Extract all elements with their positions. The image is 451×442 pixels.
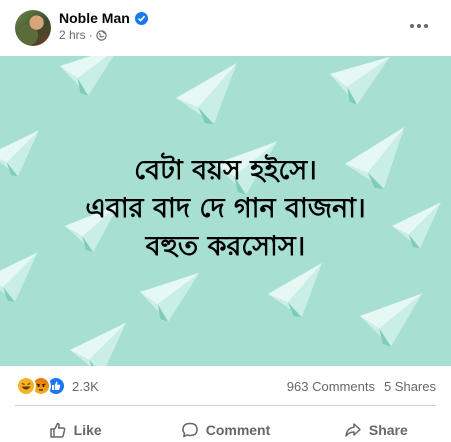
post-card: Noble Man 2 hrs · বেটা বয়স হইসে। এবার ব… [0, 0, 451, 438]
verified-badge-icon [134, 11, 148, 25]
share-button[interactable]: Share [301, 406, 451, 442]
image-text-line: বেটা বয়স হইসে। [134, 155, 317, 186]
reaction-count: 2.3K [72, 378, 99, 394]
action-bar: Like Comment Share [0, 406, 451, 438]
share-icon [345, 423, 361, 437]
more-options-icon[interactable] [405, 14, 433, 38]
share-label: Share [368, 422, 408, 438]
avatar[interactable] [15, 10, 51, 46]
meta-separator: · [88, 28, 93, 42]
engagement-counts: 963 Comments 5 Shares [287, 379, 436, 394]
comment-button[interactable]: Comment [150, 406, 300, 442]
comment-icon [181, 422, 198, 438]
author-row: Noble Man [59, 9, 148, 27]
post-image[interactable]: বেটা বয়স হইসে। এবার বাদ দে গান বাজনা। ব… [0, 56, 451, 366]
post-time[interactable]: 2 hrs [59, 28, 86, 42]
shares-count[interactable]: 5 Shares [384, 379, 436, 394]
like-button[interactable]: Like [0, 406, 150, 442]
image-text: বেটা বয়স হইসে। এবার বাদ দে গান বাজনা। ব… [0, 152, 451, 266]
post-meta: 2 hrs · [59, 28, 107, 42]
image-text-line: বহুত করসোস। [145, 231, 306, 262]
like-label: Like [73, 422, 102, 438]
image-text-line: এবার বাদ দে গান বাজনা। [85, 193, 366, 224]
haha-icon [16, 376, 36, 396]
globe-icon [95, 29, 107, 41]
like-icon [49, 422, 66, 438]
post-stats: 2.3K 963 Comments 5 Shares [0, 367, 451, 405]
reaction-summary[interactable]: 2.3K [16, 376, 99, 396]
post-header: Noble Man 2 hrs · [0, 0, 451, 56]
comments-count[interactable]: 963 Comments [287, 379, 375, 394]
author-name[interactable]: Noble Man [59, 10, 130, 26]
comment-label: Comment [205, 422, 271, 438]
